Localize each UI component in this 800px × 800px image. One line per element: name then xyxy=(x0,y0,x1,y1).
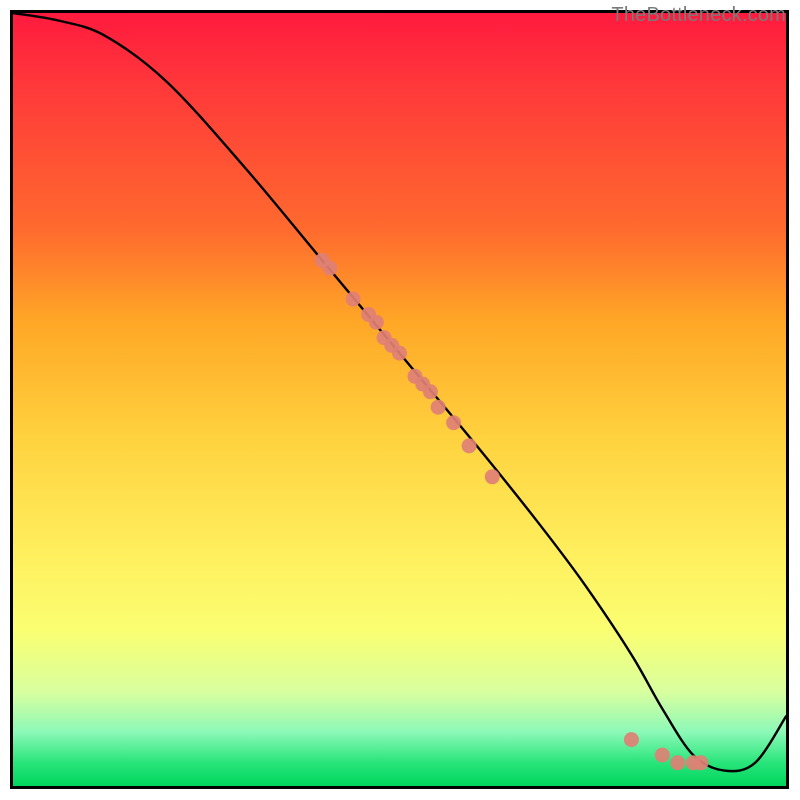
data-point xyxy=(423,384,438,399)
scatter-points xyxy=(315,253,709,770)
watermark-text: TheBottleneck.com xyxy=(611,4,786,27)
chart-svg xyxy=(13,13,786,786)
data-point xyxy=(624,732,639,747)
data-point xyxy=(369,315,384,330)
plot-frame xyxy=(10,10,789,789)
data-point xyxy=(346,292,361,307)
chart-stage: TheBottleneck.com xyxy=(0,0,800,800)
series-curve xyxy=(13,13,786,771)
data-point xyxy=(485,469,500,484)
data-point xyxy=(392,346,407,361)
data-point xyxy=(655,748,670,763)
data-point xyxy=(462,438,477,453)
data-point xyxy=(670,755,685,770)
data-point xyxy=(431,400,446,415)
data-point xyxy=(446,415,461,430)
data-point xyxy=(322,261,337,276)
data-point xyxy=(693,755,708,770)
